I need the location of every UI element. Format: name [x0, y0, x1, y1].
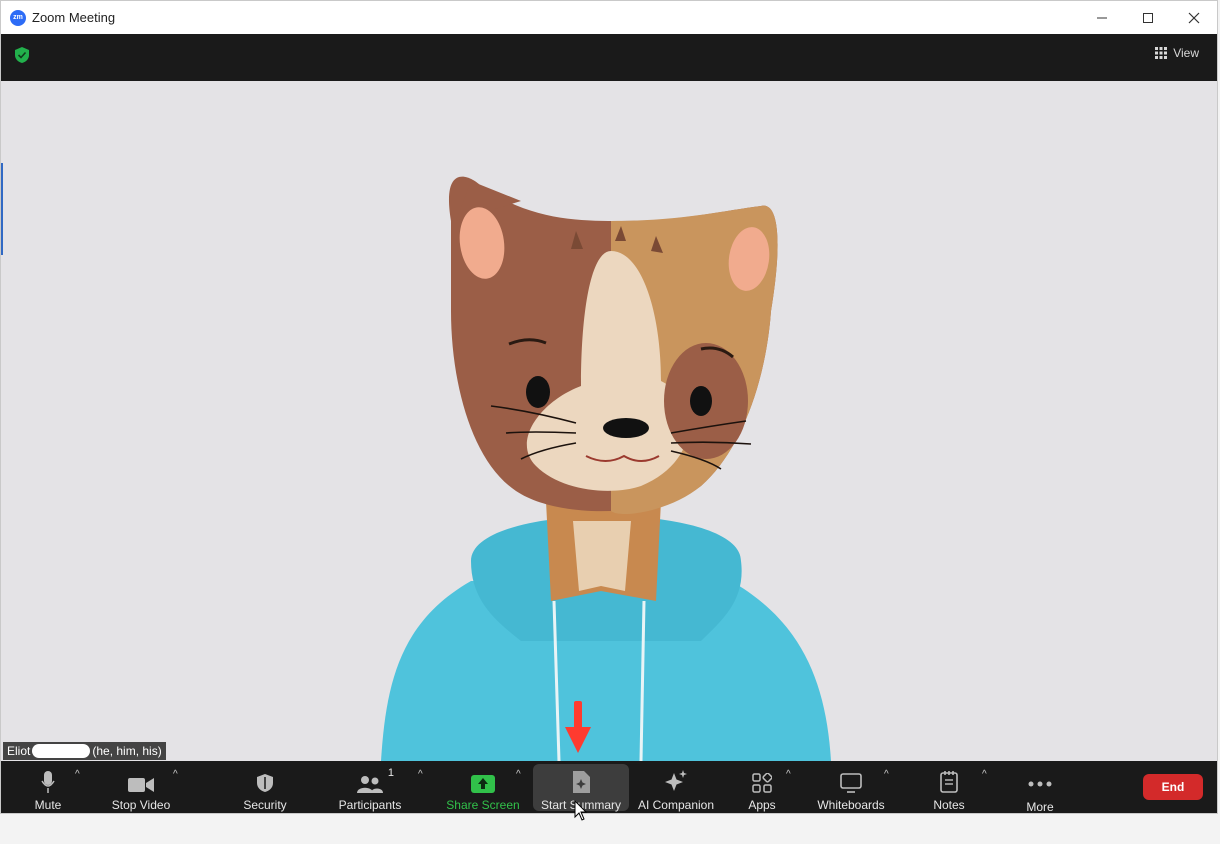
participants-button[interactable]: 1 Participants [334, 761, 406, 813]
apps-options-chevron-up-icon[interactable]: ^ [786, 769, 791, 780]
whiteboard-icon [840, 773, 862, 793]
participants-options-chevron-up-icon[interactable]: ^ [418, 769, 423, 780]
participant-name: Eliot [7, 744, 31, 758]
summary-document-icon [573, 771, 590, 793]
title-bar: zm Zoom Meeting [1, 1, 1217, 34]
cat-avatar-video [381, 176, 831, 761]
ai-companion-button[interactable]: AI Companion [635, 761, 717, 813]
mute-label: Mute [34, 798, 62, 812]
whiteboards-label: Whiteboards [817, 798, 885, 812]
participants-icon [357, 776, 383, 793]
security-label: Security [243, 798, 287, 812]
more-label: More [1026, 800, 1054, 814]
video-stage: Eliot (he, him, his) [1, 81, 1217, 761]
stop-video-label: Stop Video [111, 798, 171, 812]
notes-button[interactable]: Notes [929, 761, 969, 813]
video-options-chevron-up-icon[interactable]: ^ [173, 769, 178, 780]
apps-button[interactable]: Apps [743, 761, 781, 813]
zoom-window: zm Zoom Meeting View Eliot (he, him, his… [0, 0, 1218, 814]
share-screen-label: Share Screen [446, 798, 520, 812]
more-dots-icon [1028, 781, 1052, 787]
stop-video-button[interactable]: Stop Video [105, 761, 177, 813]
mouse-cursor-icon [574, 800, 588, 821]
apps-label: Apps [748, 798, 776, 812]
minimize-button[interactable] [1079, 1, 1125, 34]
security-shield-icon [257, 774, 273, 792]
more-button[interactable]: More [1019, 761, 1061, 814]
share-screen-button[interactable]: Share Screen [445, 761, 521, 813]
ai-companion-label: AI Companion [637, 798, 715, 812]
video-camera-icon [128, 778, 154, 792]
ai-sparkle-icon [665, 770, 687, 791]
microphone-icon [41, 771, 55, 793]
participants-count: 1 [387, 767, 394, 779]
maximize-button[interactable] [1125, 1, 1171, 34]
close-button[interactable] [1171, 1, 1217, 34]
share-options-chevron-up-icon[interactable]: ^ [516, 769, 521, 780]
view-button[interactable]: View [1155, 46, 1199, 60]
meeting-toolbar: Mute ^ Stop Video ^ Security 1 Participa… [1, 761, 1217, 814]
minimize-icon [1097, 17, 1107, 18]
encryption-shield-icon[interactable] [14, 46, 30, 64]
zoom-logo-icon: zm [10, 9, 26, 26]
maximize-icon [1143, 12, 1153, 23]
participants-label: Participants [338, 798, 402, 812]
notes-options-chevron-up-icon[interactable]: ^ [982, 769, 987, 780]
security-button[interactable]: Security [235, 761, 295, 813]
mute-button[interactable]: Mute [23, 761, 73, 813]
share-screen-icon [471, 775, 495, 793]
notes-label: Notes [933, 798, 965, 812]
grid-view-icon [1155, 47, 1168, 59]
participant-pronouns: (he, him, his) [92, 744, 162, 758]
end-meeting-button[interactable]: End [1143, 774, 1203, 800]
window-title: Zoom Meeting [32, 10, 116, 25]
audio-options-chevron-up-icon[interactable]: ^ [75, 769, 80, 780]
participant-nameplate: Eliot (he, him, his) [3, 742, 166, 760]
annotation-red-arrow-icon [565, 701, 591, 753]
redaction-scribble [32, 744, 91, 758]
view-label: View [1173, 46, 1199, 60]
whiteboards-button[interactable]: Whiteboards [813, 761, 889, 813]
meeting-top-bar: View [1, 34, 1217, 81]
notes-icon [940, 771, 958, 793]
apps-icon [752, 773, 772, 793]
close-icon [1188, 12, 1200, 23]
whiteboards-options-chevron-up-icon[interactable]: ^ [884, 769, 889, 780]
